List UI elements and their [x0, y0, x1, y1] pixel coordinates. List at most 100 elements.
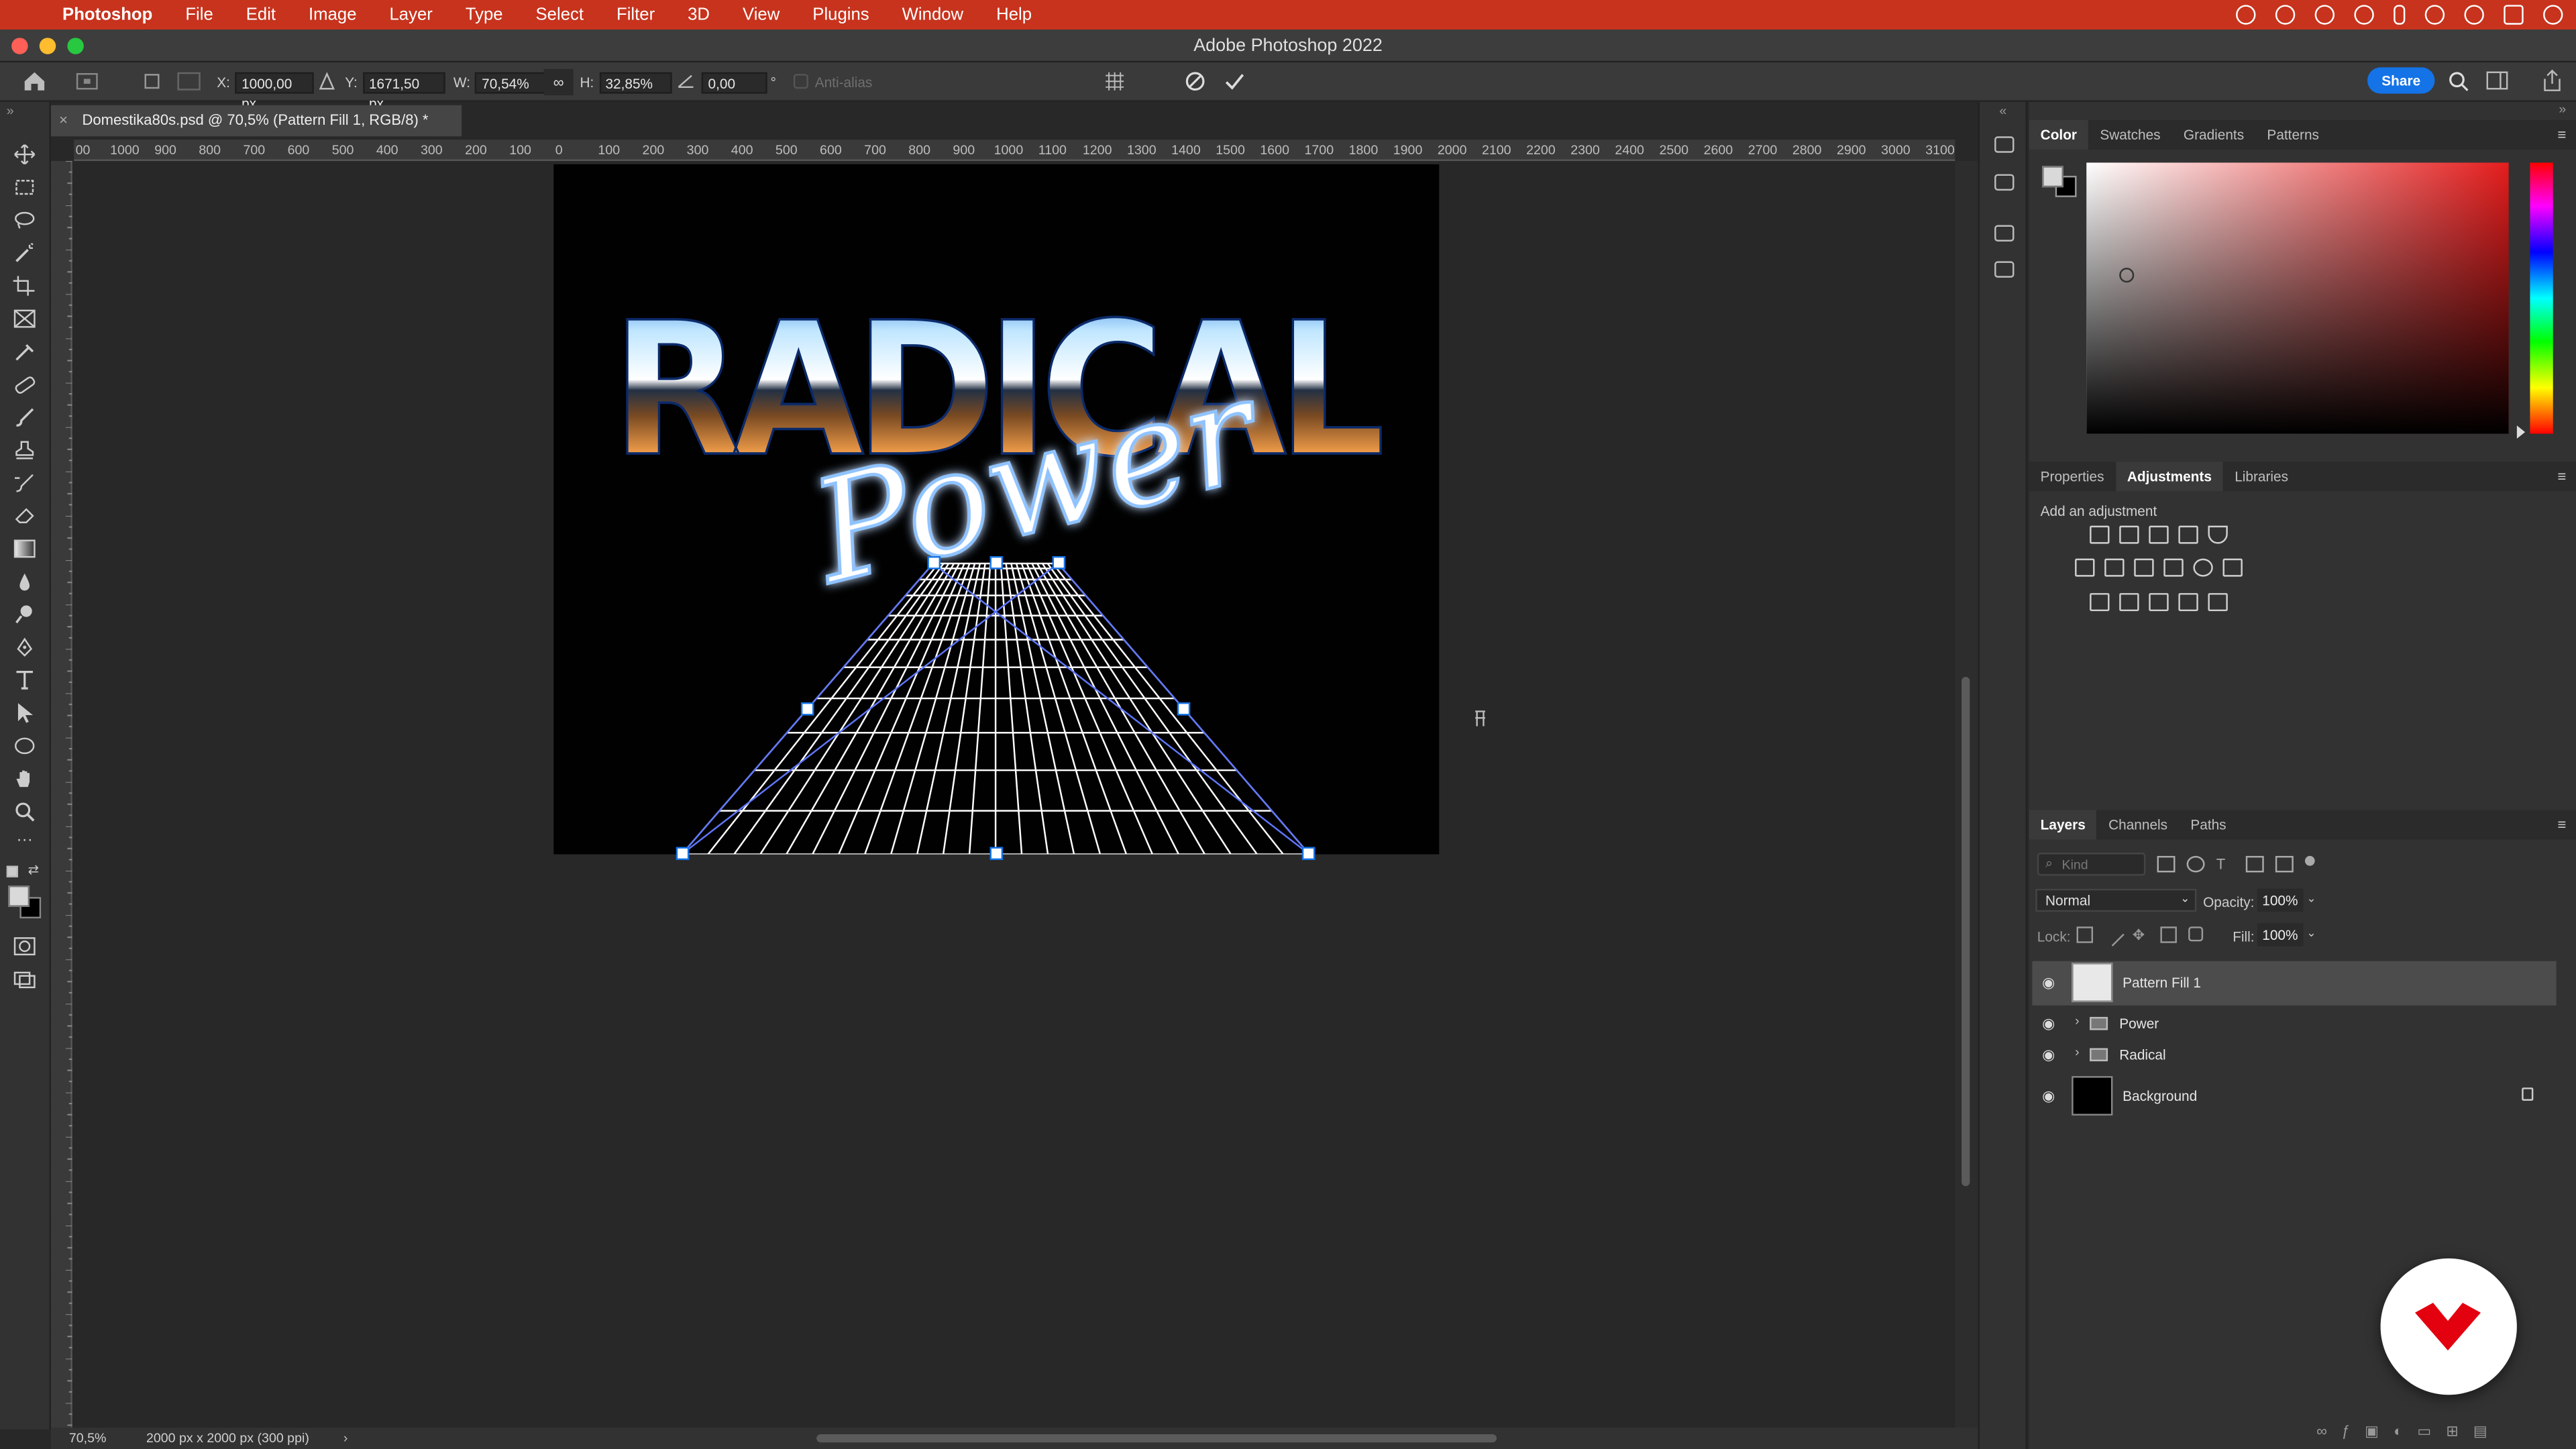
share-button[interactable]: Share — [2367, 67, 2435, 94]
history-icon[interactable] — [1994, 136, 2015, 153]
new-adjustment-layer-icon[interactable]: ◐ — [2394, 1423, 2402, 1441]
cancel-transform-icon[interactable] — [1185, 70, 1206, 92]
dodge-tool-icon[interactable] — [13, 604, 36, 624]
transform-handle-bottom-left[interactable] — [676, 847, 690, 861]
quick-mask-icon[interactable] — [13, 936, 36, 956]
home-icon[interactable] — [23, 70, 46, 92]
collapse-strip-icon[interactable]: « — [1999, 103, 2006, 118]
minimize-window-button[interactable] — [39, 38, 56, 54]
status-menu-arrow-icon[interactable]: › — [343, 1428, 348, 1449]
anti-alias-checkbox[interactable] — [793, 74, 808, 89]
menu-app[interactable]: Photoshop — [62, 5, 152, 24]
exposure-icon[interactable] — [2178, 525, 2198, 544]
tab-gradients[interactable]: Gradients — [2172, 120, 2256, 150]
height-input[interactable]: 32,85% — [598, 71, 672, 93]
transform-handle-middle-right[interactable] — [1177, 702, 1191, 716]
tab-patterns[interactable]: Patterns — [2255, 120, 2330, 150]
lock-all-icon[interactable] — [2188, 926, 2204, 942]
horizontal-ruler[interactable]: 00 1000 900 800 700 600 500 400 300 200 … — [74, 140, 1955, 162]
selective-color-icon[interactable] — [2178, 593, 2198, 612]
tab-color[interactable]: Color — [2029, 119, 2089, 150]
transform-handle-top-center[interactable] — [989, 555, 1004, 570]
marquee-tool-icon[interactable] — [13, 177, 36, 197]
reference-point-grid-icon[interactable] — [177, 72, 201, 91]
fill-chevron-icon[interactable]: ⌄ — [2306, 926, 2316, 940]
filter-toggle-icon[interactable] — [2304, 855, 2315, 866]
visibility-eye-icon[interactable]: ◉ — [2042, 974, 2055, 992]
transform-handle-top-right[interactable] — [1052, 555, 1066, 570]
invert-icon[interactable] — [2090, 593, 2110, 612]
angle-input[interactable]: 0,00 — [701, 71, 767, 93]
color-balance-icon[interactable] — [2104, 558, 2125, 577]
play-icon[interactable] — [2354, 5, 2374, 25]
type-tool-icon[interactable] — [13, 670, 36, 690]
menu-file[interactable]: File — [185, 5, 213, 24]
lock-transparency-icon[interactable] — [2076, 926, 2094, 943]
adjustments-panel-menu-icon[interactable]: ≡ — [2557, 468, 2566, 484]
path-selection-tool-icon[interactable] — [13, 703, 36, 723]
screen-mode-icon[interactable] — [13, 969, 36, 989]
fx-icon[interactable]: ƒ — [2342, 1423, 2350, 1441]
tab-swatches[interactable]: Swatches — [2088, 120, 2172, 150]
tab-layers[interactable]: Layers — [2029, 810, 2097, 840]
visibility-eye-icon[interactable]: ◉ — [2042, 1087, 2055, 1106]
creative-cloud-icon[interactable] — [2236, 5, 2256, 25]
bluetooth-icon[interactable] — [2394, 5, 2406, 25]
comments-icon[interactable] — [1994, 174, 2015, 191]
workspace-icon[interactable] — [2485, 70, 2508, 90]
menu-view[interactable]: View — [743, 5, 780, 24]
menu-plugins[interactable]: Plugins — [812, 5, 869, 24]
lock-artboard-icon[interactable] — [2160, 926, 2177, 943]
visibility-eye-icon[interactable]: ◉ — [2042, 1046, 2055, 1065]
ellipse-tool-icon[interactable] — [13, 736, 36, 755]
angle-icon[interactable] — [677, 72, 695, 89]
delete-layer-icon[interactable]: ▤ — [2473, 1423, 2487, 1441]
gradient-tool-icon[interactable] — [13, 539, 36, 558]
posterize-icon[interactable] — [2119, 593, 2139, 612]
add-mask-icon[interactable]: ▣ — [2365, 1423, 2379, 1441]
transform-handle-middle-left[interactable] — [800, 702, 814, 716]
transform-handle-bottom-right[interactable] — [1301, 847, 1316, 861]
menu-3d[interactable]: 3D — [688, 5, 710, 24]
foreground-color-swatch[interactable] — [8, 885, 30, 907]
brightness-contrast-icon[interactable] — [2090, 525, 2110, 544]
hue-slider[interactable] — [2530, 162, 2553, 434]
edit-toolbar-icon[interactable]: ··· — [13, 831, 36, 851]
saturation-brightness-field[interactable] — [2086, 162, 2509, 434]
transform-handle-bottom-center[interactable] — [989, 847, 1004, 861]
opacity-chevron-icon[interactable]: ⌄ — [2306, 892, 2316, 905]
clone-stamp-tool-icon[interactable] — [13, 440, 36, 460]
wifi-icon[interactable] — [2424, 5, 2445, 25]
healing-brush-tool-icon[interactable] — [13, 374, 36, 394]
filter-adjustment-icon[interactable] — [2186, 855, 2205, 873]
moon-icon[interactable] — [2314, 5, 2335, 25]
filter-type-icon[interactable]: T — [2216, 856, 2235, 872]
sync-icon[interactable] — [2275, 5, 2296, 25]
vibrance-icon[interactable] — [2208, 525, 2228, 544]
color-panel-menu-icon[interactable]: ≡ — [2557, 127, 2566, 143]
vertical-ruler[interactable] — [50, 161, 72, 1430]
filter-shape-icon[interactable] — [2245, 855, 2264, 873]
x-input[interactable]: 1000,00 px — [235, 71, 314, 111]
group-expand-chevron-icon[interactable]: › — [2075, 1045, 2080, 1060]
warp-icon[interactable] — [1104, 70, 1126, 92]
channel-mixer-icon[interactable] — [2193, 558, 2213, 577]
collapse-toolbar-icon[interactable]: » — [7, 103, 14, 118]
zoom-level[interactable]: 70,5% — [69, 1428, 107, 1449]
move-tool-icon[interactable] — [13, 144, 36, 164]
collapse-panels-icon[interactable]: » — [2559, 102, 2566, 117]
horizontal-scroll-thumb[interactable] — [816, 1434, 1497, 1443]
layers-panel-menu-icon[interactable]: ≡ — [2557, 816, 2566, 833]
eyedropper-tool-icon[interactable] — [13, 341, 36, 361]
brush-tool-icon[interactable] — [13, 407, 36, 427]
opacity-input[interactable]: 100% — [2257, 888, 2304, 912]
menu-select[interactable]: Select — [536, 5, 584, 24]
zoom-window-button[interactable] — [67, 38, 84, 54]
layer-row-background[interactable]: ◉ Background — [2032, 1075, 2556, 1118]
tab-properties[interactable]: Properties — [2029, 462, 2116, 491]
crop-tool-icon[interactable] — [13, 276, 36, 296]
adjustments-strip-icon[interactable] — [1994, 261, 2015, 278]
blend-mode-select[interactable]: Normal ⌄ — [2035, 888, 2197, 912]
vertical-scroll-thumb[interactable] — [1962, 676, 1970, 1187]
photo-filter-icon[interactable] — [2163, 558, 2184, 577]
